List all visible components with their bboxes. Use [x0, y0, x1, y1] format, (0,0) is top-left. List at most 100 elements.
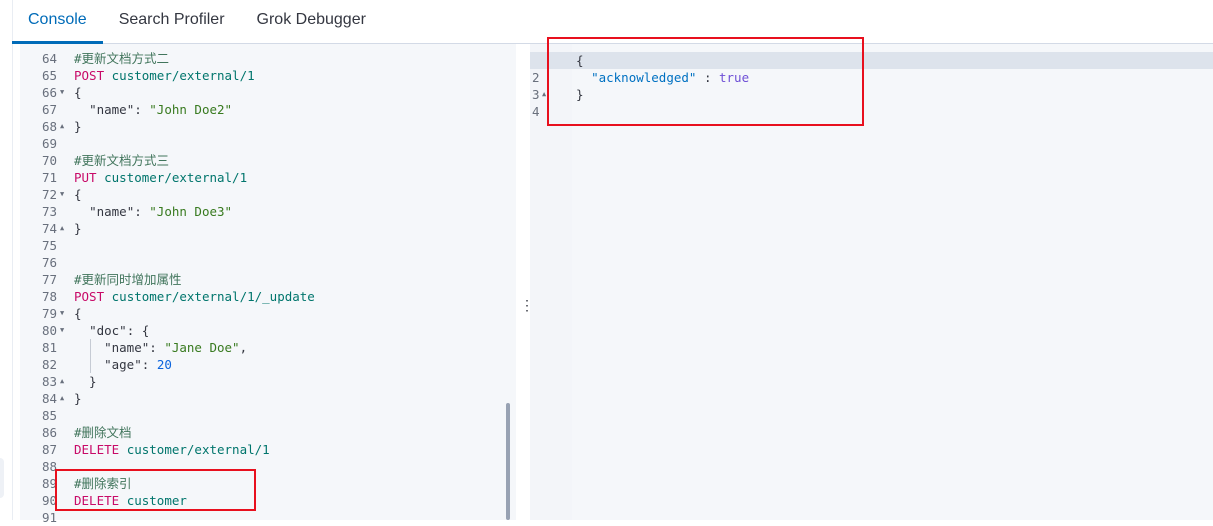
line-number: 79 — [41, 306, 57, 321]
token-comment: #删除索引 — [74, 476, 132, 491]
token-punc: } — [74, 374, 97, 389]
line-number: 74 — [41, 221, 57, 236]
caret-up-icon[interactable]: ▲ — [60, 390, 64, 407]
code-line: } — [70, 390, 516, 407]
line-number: 66 — [41, 85, 57, 100]
token-punc: : — [149, 340, 165, 355]
token-str: "Jane Doe" — [164, 340, 240, 355]
code-line: } — [70, 373, 516, 390]
token-url: customer — [126, 493, 187, 508]
caret-down-icon[interactable]: ▼ — [60, 186, 64, 203]
request-gutter: 64 65 66 ▼ 67 68 ▲ 69 70 71 72 ▼ 73 74 ▲ 75 76 77 78 79 ▼ 80 ▼… — [20, 44, 70, 525]
caret-up-icon[interactable]: ▲ — [60, 373, 64, 390]
line-number: 75 — [41, 238, 57, 253]
tab-console[interactable]: Console — [12, 0, 103, 44]
code-line: "name": "John Doe3" — [70, 203, 516, 220]
tab-search-profiler[interactable]: Search Profiler — [103, 0, 241, 43]
line-number: 83 — [41, 374, 57, 389]
code-line: DELETE customer — [70, 492, 516, 509]
token-punc: { — [576, 53, 584, 68]
code-line: { — [572, 52, 1213, 69]
line-number: 78 — [41, 289, 57, 304]
nav-notch — [0, 458, 4, 498]
token-bool: true — [719, 70, 750, 85]
token-key: "name" — [104, 340, 150, 355]
token-comment: #更新文档方式三 — [74, 153, 170, 168]
token-rkey: "acknowledged" — [591, 70, 697, 85]
token-punc: , — [239, 340, 248, 355]
code-line: POST customer/external/1/_update — [70, 288, 516, 305]
token-method: PUT — [74, 170, 97, 185]
line-number: 81 — [41, 340, 57, 355]
caret-up-icon[interactable]: ▲ — [60, 118, 64, 135]
caret-down-icon[interactable]: ▼ — [60, 84, 64, 101]
token-comment: #更新文档方式二 — [74, 51, 170, 66]
code-line: "name": "Jane Doe", — [70, 339, 516, 356]
token-punc: { — [74, 85, 82, 100]
request-code-area[interactable]: #更新文档方式二 POST customer/external/1 { "name"… — [70, 44, 516, 520]
caret-up-icon[interactable]: ▲ — [60, 220, 64, 237]
line-number: 77 — [41, 272, 57, 287]
token-comment: #删除文档 — [74, 425, 132, 440]
line-number: 71 — [41, 170, 57, 185]
code-line: DELETE customer/external/1 — [70, 441, 516, 458]
token-key: "age" — [104, 357, 142, 372]
request-editor[interactable]: 64 65 66 ▼ 67 68 ▲ 69 70 71 72 ▼ 73 74 ▲ 75 76 77 78 79 ▼ 80 ▼… — [20, 44, 516, 525]
code-line: #更新文档方式三 — [70, 152, 516, 169]
vertical-dots-icon[interactable]: ⋮ — [520, 297, 534, 313]
caret-up-icon[interactable]: ▲ — [542, 86, 546, 103]
token-punc: : — [134, 204, 150, 219]
code-line: #更新同时增加属性 — [70, 271, 516, 288]
tab-grok-debugger[interactable]: Grok Debugger — [241, 0, 382, 43]
code-line: { — [70, 305, 516, 322]
response-code-area: { "acknowledged" : true} — [530, 44, 1213, 520]
caret-down-icon[interactable]: ▼ — [60, 322, 64, 339]
code-line: } — [70, 220, 516, 237]
token-method: POST — [74, 68, 105, 83]
line-number: 65 — [41, 68, 57, 83]
code-line: "acknowledged" : true — [572, 69, 1213, 86]
caret-down-icon[interactable]: ▼ — [60, 305, 64, 322]
token-url: customer/external/1 — [126, 442, 270, 457]
code-line: "doc": { — [70, 322, 516, 339]
code-line: { — [70, 84, 516, 101]
code-line: } — [572, 86, 1213, 103]
line-number: 90 — [41, 493, 57, 508]
token-url: customer/external/1 — [104, 170, 248, 185]
token-punc — [74, 102, 89, 117]
response-editor[interactable]: 1▼23▲4 { "acknowledged" : true} — [530, 44, 1213, 520]
token-punc — [74, 204, 89, 219]
code-line: #更新文档方式二 — [70, 50, 516, 67]
request-editor-scrollbar[interactable] — [506, 403, 510, 520]
token-punc: { — [74, 187, 82, 202]
token-method: POST — [74, 289, 105, 304]
indent-guide — [90, 356, 91, 373]
line-number: 88 — [41, 459, 57, 474]
line-number: 72 — [41, 187, 57, 202]
token-url: customer/external/1/_update — [111, 289, 315, 304]
line-number: 87 — [41, 442, 57, 457]
token-punc: } — [74, 119, 82, 134]
token-punc: } — [74, 391, 82, 406]
line-number: 76 — [41, 255, 57, 270]
left-nav-strip — [0, 0, 13, 520]
line-number: 64 — [41, 51, 57, 66]
line-number: 70 — [41, 153, 57, 168]
token-punc — [119, 493, 127, 508]
line-number: 84 — [41, 391, 57, 406]
token-punc: : { — [126, 323, 150, 338]
token-method: DELETE — [74, 442, 120, 457]
line-number: 73 — [41, 204, 57, 219]
token-key: "name" — [89, 204, 135, 219]
token-str: "John Doe3" — [149, 204, 233, 219]
token-punc — [97, 170, 105, 185]
token-punc — [576, 70, 591, 85]
token-punc: { — [74, 306, 82, 321]
token-url: customer/external/1 — [111, 68, 255, 83]
line-number: 68 — [41, 119, 57, 134]
token-punc: : — [141, 357, 157, 372]
